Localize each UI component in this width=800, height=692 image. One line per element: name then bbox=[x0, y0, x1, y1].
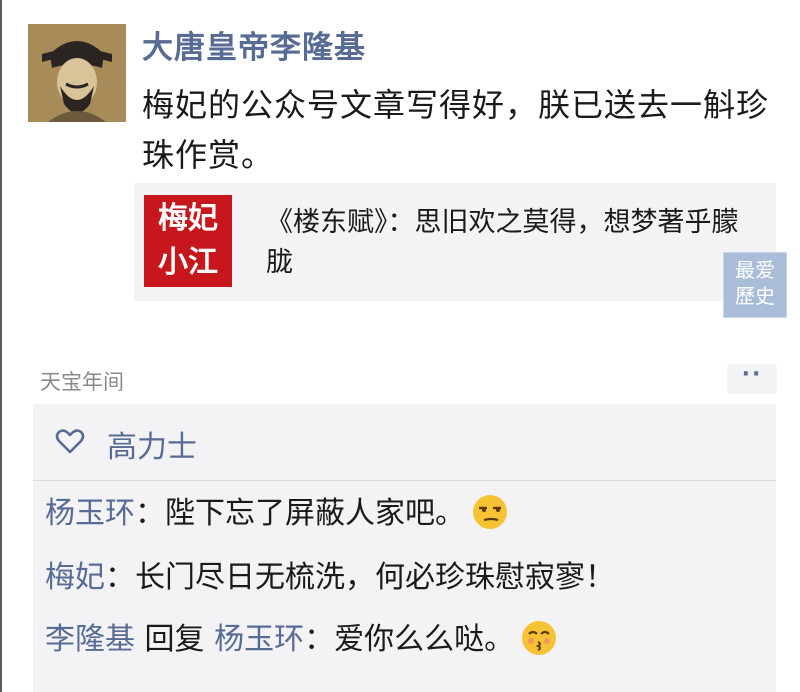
divider bbox=[33, 480, 776, 481]
left-edge bbox=[0, 0, 2, 692]
watermark-line2: 歷史 bbox=[735, 284, 775, 308]
avatar[interactable] bbox=[28, 24, 126, 122]
shared-article-card[interactable]: 梅妃 小江 《楼东赋》：思旧欢之莫得，想梦著乎朦胧 bbox=[134, 183, 776, 301]
like-user-name[interactable]: 高力士 bbox=[107, 422, 197, 466]
post-author[interactable]: 大唐皇帝李隆基 bbox=[142, 22, 366, 67]
comment-item[interactable]: 杨玉环：陛下忘了屏蔽人家吧。 bbox=[45, 494, 509, 534]
post-timestamp: 天宝年间 bbox=[40, 370, 124, 394]
smirk-emoji-icon bbox=[471, 493, 509, 531]
post-text: 梅妃的公众号文章写得好，朕已送去一斛珍珠作赏。 bbox=[142, 86, 770, 174]
article-title: 《楼东赋》：思旧欢之莫得，想梦著乎朦胧 bbox=[266, 207, 739, 278]
comment-text: 长门尽日无梳洗，何必珍珠慰寂寥！ bbox=[135, 560, 615, 595]
watermark-line1: 最爱 bbox=[735, 258, 775, 282]
comment-separator: ： bbox=[135, 496, 165, 531]
comment-item[interactable]: 梅妃：长门尽日无梳洗，何必珍珠慰寂寥！ bbox=[45, 558, 615, 598]
comment-text: 陛下忘了屏蔽人家吧。 bbox=[165, 496, 465, 531]
article-thumbnail: 梅妃 小江 bbox=[144, 195, 232, 287]
comment-separator: ： bbox=[304, 622, 335, 657]
watermark-logo: 最爱 歷史 bbox=[723, 252, 787, 318]
comment-section: 高力士 杨玉环：陛下忘了屏蔽人家吧。 梅妃：长门尽日无梳洗，何必珍珠慰寂寥！ 李… bbox=[33, 404, 776, 692]
reply-to-name[interactable]: 杨玉环 bbox=[214, 622, 304, 657]
heart-icon bbox=[55, 426, 85, 456]
comment-text: 爱你么么哒。 bbox=[334, 622, 515, 657]
likes-row: 高力士 bbox=[33, 404, 776, 480]
kiss-emoji-icon bbox=[520, 619, 558, 657]
commenter-name[interactable]: 杨玉环 bbox=[45, 496, 135, 531]
comment-item[interactable]: 李隆基 回复 杨玉环：爱你么么哒。 bbox=[45, 620, 558, 660]
more-actions-button[interactable]: ·· bbox=[727, 364, 777, 394]
thumbnail-text-line2: 小江 bbox=[158, 245, 218, 280]
thumbnail-text-line1: 梅妃 bbox=[158, 201, 218, 236]
reply-word: 回复 bbox=[144, 622, 205, 657]
comment-separator: ： bbox=[105, 560, 135, 595]
commenter-name[interactable]: 梅妃 bbox=[45, 560, 105, 595]
commenter-name[interactable]: 李隆基 bbox=[45, 622, 135, 657]
